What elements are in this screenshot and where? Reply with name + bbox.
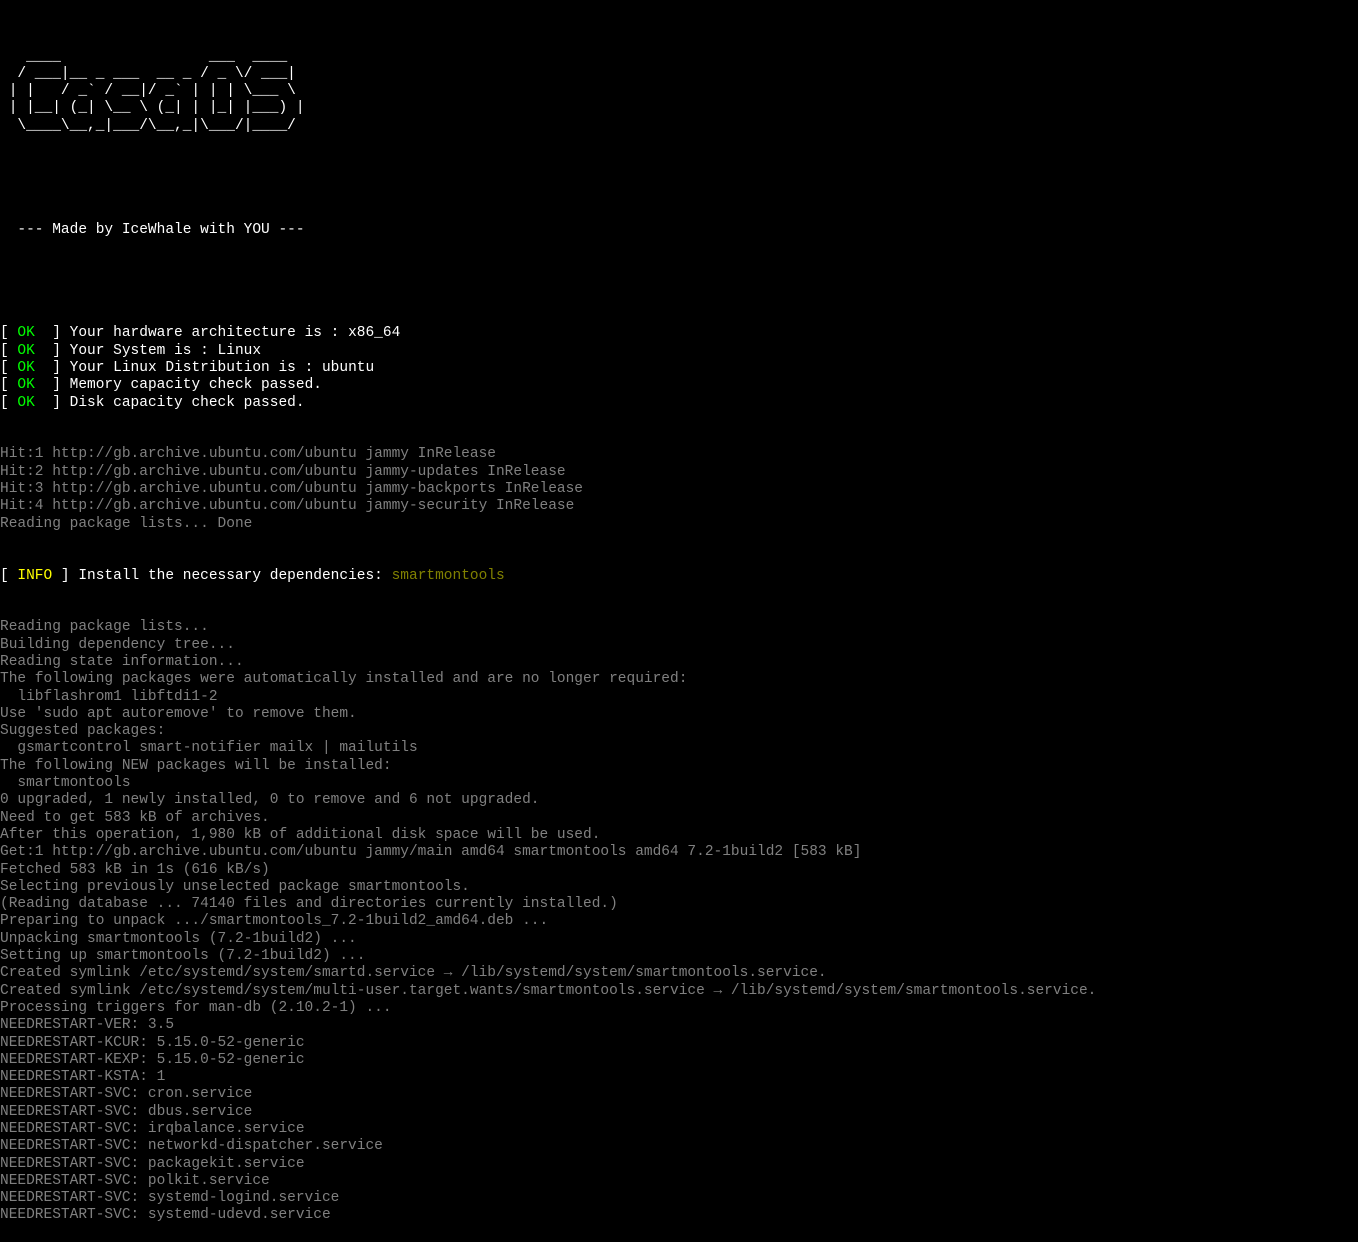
apt-output-line: Preparing to unpack .../smartmontools_7.… bbox=[0, 913, 1358, 930]
apt-output-line: Selecting previously unselected package … bbox=[0, 879, 1358, 896]
apt-output-line: Setting up smartmontools (7.2-1build2) .… bbox=[0, 948, 1358, 965]
status-ok: OK bbox=[17, 360, 34, 376]
apt-output-line: Suggested packages: bbox=[0, 723, 1358, 740]
terminal-output: ____ ___ ____ / ___|__ _ ___ __ _ / _ \/… bbox=[0, 0, 1358, 1242]
apt-output-line: Unpacking smartmontools (7.2-1build2) ..… bbox=[0, 931, 1358, 948]
status-info: INFO bbox=[17, 568, 52, 584]
status-check-line: [ OK ] Your Linux Distribution is : ubun… bbox=[0, 360, 1358, 377]
apt-output-line: smartmontools bbox=[0, 775, 1358, 792]
apt-output-line: NEEDRESTART-SVC: packagekit.service bbox=[0, 1156, 1358, 1173]
check-message: Your Linux Distribution is : ubuntu bbox=[70, 360, 375, 376]
apt-output-line: NEEDRESTART-SVC: networkd-dispatcher.ser… bbox=[0, 1138, 1358, 1155]
dependency-name: smartmontools bbox=[392, 568, 505, 584]
apt-output-line: 0 upgraded, 1 newly installed, 0 to remo… bbox=[0, 792, 1358, 809]
apt-output-line: After this operation, 1,980 kB of additi… bbox=[0, 827, 1358, 844]
status-check-line: [ OK ] Your hardware architecture is : x… bbox=[0, 325, 1358, 342]
apt-output-line: NEEDRESTART-SVC: polkit.service bbox=[0, 1173, 1358, 1190]
tagline: --- Made by IceWhale with YOU --- bbox=[0, 222, 1358, 239]
apt-output-line: NEEDRESTART-KEXP: 5.15.0-52-generic bbox=[0, 1052, 1358, 1069]
apt-output-line: Reading package lists... bbox=[0, 619, 1358, 636]
apt-output-line: Reading state information... bbox=[0, 654, 1358, 671]
apt-output-line: Get:1 http://gb.archive.ubuntu.com/ubunt… bbox=[0, 844, 1358, 861]
status-check-line: [ OK ] Disk capacity check passed. bbox=[0, 395, 1358, 412]
apt-output-line: Created symlink /etc/systemd/system/mult… bbox=[0, 983, 1358, 1000]
apt-output-line: Use 'sudo apt autoremove' to remove them… bbox=[0, 706, 1358, 723]
status-ok: OK bbox=[17, 395, 34, 411]
check-message: Your System is : Linux bbox=[70, 343, 261, 359]
apt-output-line: Hit:4 http://gb.archive.ubuntu.com/ubunt… bbox=[0, 498, 1358, 515]
apt-output-line: NEEDRESTART-KCUR: 5.15.0-52-generic bbox=[0, 1035, 1358, 1052]
apt-output-line: The following packages were automaticall… bbox=[0, 671, 1358, 688]
check-message: Memory capacity check passed. bbox=[70, 377, 322, 393]
apt-output-line: NEEDRESTART-SVC: irqbalance.service bbox=[0, 1121, 1358, 1138]
apt-output-line: NEEDRESTART-KSTA: 1 bbox=[0, 1069, 1358, 1086]
apt-output-line: NEEDRESTART-SVC: systemd-logind.service bbox=[0, 1190, 1358, 1207]
apt-output-line: NEEDRESTART-SVC: dbus.service bbox=[0, 1104, 1358, 1121]
apt-output-line: (Reading database ... 74140 files and di… bbox=[0, 896, 1358, 913]
apt-output-line: Hit:1 http://gb.archive.ubuntu.com/ubunt… bbox=[0, 446, 1358, 463]
ascii-art-logo: ____ ___ ____ / ___|__ _ ___ __ _ / _ \/… bbox=[0, 49, 1358, 135]
check-message: Disk capacity check passed. bbox=[70, 395, 305, 411]
status-check-line: [ OK ] Your System is : Linux bbox=[0, 343, 1358, 360]
apt-output-line: libflashrom1 libftdi1-2 bbox=[0, 689, 1358, 706]
status-ok: OK bbox=[17, 377, 34, 393]
apt-output-line: NEEDRESTART-SVC: systemd-udevd.service bbox=[0, 1207, 1358, 1224]
apt-output-line: Processing triggers for man-db (2.10.2-1… bbox=[0, 1000, 1358, 1017]
apt-output-line: Reading package lists... Done bbox=[0, 516, 1358, 533]
apt-output-line: Building dependency tree... bbox=[0, 637, 1358, 654]
apt-output-line: Fetched 583 kB in 1s (616 kB/s) bbox=[0, 862, 1358, 879]
apt-output-line: Hit:2 http://gb.archive.ubuntu.com/ubunt… bbox=[0, 464, 1358, 481]
apt-output-line: The following NEW packages will be insta… bbox=[0, 758, 1358, 775]
apt-output-line: NEEDRESTART-VER: 3.5 bbox=[0, 1017, 1358, 1034]
info-line: [ INFO ] Install the necessary dependenc… bbox=[0, 568, 1358, 585]
status-ok: OK bbox=[17, 325, 34, 341]
status-ok: OK bbox=[17, 343, 34, 359]
apt-output-line: Need to get 583 kB of archives. bbox=[0, 810, 1358, 827]
apt-output-line: Created symlink /etc/systemd/system/smar… bbox=[0, 965, 1358, 982]
status-check-line: [ OK ] Memory capacity check passed. bbox=[0, 377, 1358, 394]
check-message: Your hardware architecture is : x86_64 bbox=[70, 325, 401, 341]
apt-output-line: Hit:3 http://gb.archive.ubuntu.com/ubunt… bbox=[0, 481, 1358, 498]
apt-output-line: NEEDRESTART-SVC: cron.service bbox=[0, 1086, 1358, 1103]
apt-output-line: gsmartcontrol smart-notifier mailx | mai… bbox=[0, 740, 1358, 757]
